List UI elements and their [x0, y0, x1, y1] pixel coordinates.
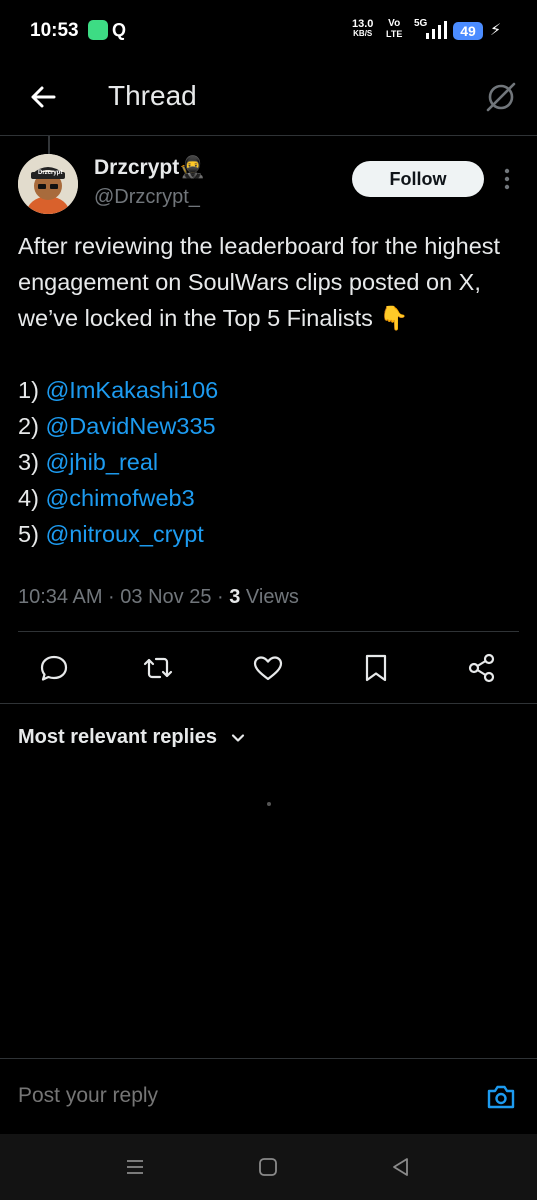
- charging-icon: ⚡: [490, 22, 502, 39]
- finalist-item: 3) @jhib_real: [18, 444, 518, 480]
- bookmark-icon[interactable]: [358, 650, 394, 686]
- action-bar: [0, 640, 537, 696]
- home-icon[interactable]: [255, 1154, 281, 1180]
- finalist-item: 1) @ImKakashi106: [18, 372, 518, 408]
- finalist-item: 4) @chimofweb3: [18, 480, 518, 516]
- mention-link[interactable]: @nitroux_crypt: [45, 521, 203, 547]
- mention-link[interactable]: @DavidNew335: [45, 413, 215, 439]
- post-meta: 10:34 AM · 03 Nov 25 · 3 Views: [18, 586, 299, 609]
- volte-top: Vo: [388, 18, 401, 29]
- reply-icon[interactable]: [36, 650, 72, 686]
- finalist-item: 2) @DavidNew335: [18, 408, 518, 444]
- volte-indicator: Vo LTE: [386, 18, 403, 40]
- finalist-num: 2): [18, 413, 39, 439]
- finalist-num: 5): [18, 521, 39, 547]
- more-options-icon[interactable]: [500, 166, 514, 192]
- arrow-left-icon[interactable]: [26, 80, 60, 114]
- recents-icon[interactable]: [122, 1154, 148, 1180]
- system-nav-bar: [0, 1134, 537, 1200]
- avatar-text: Drzcrypt: [38, 170, 63, 176]
- heart-icon[interactable]: [250, 650, 286, 686]
- search-notification-icon: Q: [112, 20, 127, 40]
- page-title: Thread: [108, 80, 197, 111]
- follow-button[interactable]: Follow: [352, 161, 484, 197]
- author-emoji: 🥷: [179, 156, 206, 179]
- notification-app-icon: [88, 20, 108, 40]
- mention-link[interactable]: @ImKakashi106: [45, 377, 218, 403]
- avatar-image: [18, 154, 78, 214]
- divider: [18, 631, 519, 632]
- finalist-num: 3): [18, 449, 39, 475]
- status-bar: 10:53 Q 13.0 KB/S Vo LTE 5G 49 ⚡: [0, 0, 537, 62]
- avatar[interactable]: Drzcrypt: [18, 154, 78, 214]
- reply-input[interactable]: [18, 1084, 418, 1108]
- mention-link[interactable]: @jhib_real: [45, 449, 158, 475]
- views-label: Views: [240, 586, 299, 608]
- finalist-num: 1): [18, 377, 39, 403]
- back-nav-icon[interactable]: [388, 1154, 414, 1180]
- battery-level: 49: [453, 22, 483, 40]
- views-count: 3: [229, 586, 241, 608]
- net-speed-unit: KB/S: [353, 29, 373, 38]
- replies-sort-label: Most relevant replies: [18, 726, 217, 748]
- status-time: 10:53: [30, 20, 79, 41]
- share-icon[interactable]: [464, 650, 500, 686]
- divider: [0, 1058, 537, 1059]
- signal-icon: [426, 21, 447, 39]
- mention-link[interactable]: @chimofweb3: [45, 485, 194, 511]
- chevron-down-icon: [231, 734, 244, 742]
- post-intro: After reviewing the leaderboard for the …: [18, 233, 501, 331]
- header-divider: [0, 135, 537, 136]
- author-name[interactable]: Drzcrypt🥷: [94, 156, 205, 180]
- post-body: After reviewing the leaderboard for the …: [18, 228, 518, 552]
- camera-icon[interactable]: [484, 1080, 518, 1114]
- net-speed: 13.0 KB/S: [352, 19, 373, 39]
- post-timestamp: 10:34 AM · 03 Nov 25 ·: [18, 586, 230, 608]
- divider: [0, 703, 537, 704]
- author-handle[interactable]: @Drzcrypt_: [94, 186, 200, 209]
- loading-indicator: [267, 802, 271, 806]
- finalist-item: 5) @nitroux_crypt: [18, 516, 518, 552]
- volte-bottom: LTE: [386, 29, 403, 39]
- grok-icon[interactable]: [484, 80, 518, 114]
- replies-sort-dropdown[interactable]: Most relevant replies: [18, 726, 247, 749]
- thread-connector: [48, 136, 50, 156]
- repost-icon[interactable]: [140, 650, 176, 686]
- author-name-text: Drzcrypt: [94, 156, 180, 179]
- finalist-num: 4): [18, 485, 39, 511]
- net-speed-value: 13.0: [352, 18, 374, 30]
